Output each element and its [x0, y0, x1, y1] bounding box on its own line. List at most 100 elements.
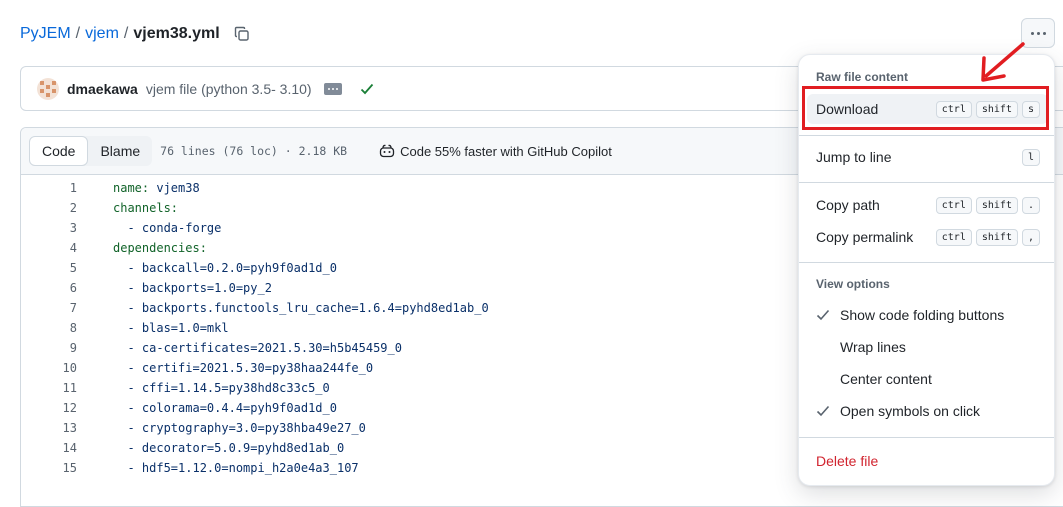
commit-author[interactable]: dmaekawa	[67, 81, 138, 97]
breadcrumb-separator: /	[75, 25, 81, 42]
tab-blame[interactable]: Blame	[88, 136, 152, 166]
line-number[interactable]: 11	[20, 381, 77, 395]
code-line: 14 - decorator=5.0.9=pyhd8ed1ab_0	[20, 441, 780, 461]
copilot-promo[interactable]: Code 55% faster with GitHub Copilot	[379, 144, 612, 159]
yaml-value: vjem38	[149, 181, 200, 195]
line-number[interactable]: 4	[20, 241, 77, 255]
code-line: 9 - ca-certificates=2021.5.30=h5b45459_0	[20, 341, 780, 361]
code-line: 13 - cryptography=3.0=py38hba49e27_0	[20, 421, 780, 441]
code-line-text: - hdf5=1.12.0=nompi_h2a0e4a3_107	[113, 461, 359, 475]
code-line-text: name: vjem38	[113, 181, 200, 195]
line-number[interactable]: 6	[20, 281, 77, 295]
breadcrumb-folder-link[interactable]: vjem	[85, 25, 119, 43]
shortcut-key: shift	[975, 196, 1018, 214]
breadcrumb: PyJEM / vjem / vjem38.yml	[20, 22, 252, 46]
jump-to-line-menu-item[interactable]: Jump to line l	[807, 142, 1048, 172]
code-line: 8 - blas=1.0=mkl	[20, 321, 780, 341]
code-line: 12 - colorama=0.4.4=pyh9f0ad1d_0	[20, 401, 780, 421]
yaml-value: - backports.functools_lru_cache=1.6.4=py…	[113, 301, 489, 315]
code-line-text: - certifi=2021.5.30=py38haa244fe_0	[113, 361, 373, 375]
yaml-value: - cffi=1.14.5=py38hd8c33c5_0	[113, 381, 330, 395]
shortcut-key: ctrl	[935, 228, 972, 246]
open-symbols-label: Open symbols on click	[840, 403, 981, 419]
breadcrumb-repo-link[interactable]: PyJEM	[20, 25, 71, 43]
wrap-lines-label: Wrap lines	[840, 339, 906, 355]
code-line-text: - conda-forge	[113, 221, 221, 235]
line-number[interactable]: 14	[20, 441, 77, 455]
kebab-dot	[1030, 31, 1034, 35]
code-line: 6 - backports=1.0=py_2	[20, 281, 780, 301]
code-line-text: - colorama=0.4.4=pyh9f0ad1d_0	[113, 401, 337, 415]
wrap-lines-menu-item[interactable]: Wrap lines	[807, 332, 1048, 362]
line-number[interactable]: 8	[20, 321, 77, 335]
line-number[interactable]: 1	[20, 181, 77, 195]
breadcrumb-file-name: vjem38.yml	[133, 25, 220, 42]
code-line: 3 - conda-forge	[20, 221, 780, 241]
center-content-menu-item[interactable]: Center content	[807, 364, 1048, 394]
breadcrumb-separator: /	[123, 25, 129, 42]
yaml-value: - cryptography=3.0=py38hba49e27_0	[113, 421, 366, 435]
copy-permalink-label: Copy permalink	[816, 229, 914, 245]
show-code-folding-label: Show code folding buttons	[840, 307, 1005, 323]
copy-path-menu-item[interactable]: Copy path ctrl shift .	[807, 190, 1048, 220]
code-line-text: - cryptography=3.0=py38hba49e27_0	[113, 421, 366, 435]
copilot-promo-text: Code 55% faster with GitHub Copilot	[400, 143, 612, 159]
code-line: 1 name: vjem38	[20, 181, 780, 201]
show-code-folding-menu-item[interactable]: Show code folding buttons	[807, 300, 1048, 330]
line-number[interactable]: 3	[20, 221, 77, 235]
tab-code[interactable]: Code	[29, 136, 89, 166]
shortcut-key: shift	[975, 228, 1018, 246]
open-symbols-menu-item[interactable]: Open symbols on click	[807, 396, 1048, 426]
code-line-text: channels:	[113, 201, 178, 215]
yaml-key: name:	[113, 181, 150, 195]
yaml-value: - ca-certificates=2021.5.30=h5b45459_0	[113, 341, 402, 355]
copy-permalink-menu-item[interactable]: Copy permalink ctrl shift ,	[807, 222, 1048, 252]
commit-message[interactable]: vjem file (python 3.5- 3.10)	[146, 81, 312, 97]
code-line: 2 channels:	[20, 201, 780, 221]
code-line-text: dependencies:	[113, 241, 207, 255]
copy-path-label: Copy path	[816, 197, 880, 213]
yaml-value: - colorama=0.4.4=pyh9f0ad1d_0	[113, 401, 337, 415]
yaml-value: - conda-forge	[113, 221, 222, 235]
kebab-dot	[1036, 31, 1040, 35]
line-number[interactable]: 5	[20, 261, 77, 275]
jump-to-line-label: Jump to line	[816, 149, 892, 165]
code-line-text: - blas=1.0=mkl	[113, 321, 228, 335]
shortcut-key: .	[1021, 196, 1040, 214]
line-number[interactable]: 2	[20, 201, 77, 215]
view-options-heading: View options	[816, 277, 890, 291]
line-number[interactable]: 12	[20, 401, 77, 415]
code-line: 7 - backports.functools_lru_cache=1.6.4=…	[20, 301, 780, 321]
line-number[interactable]: 13	[20, 421, 77, 435]
view-mode-toggle: Code Blame	[29, 136, 153, 166]
line-number[interactable]: 9	[20, 341, 77, 355]
delete-file-menu-item[interactable]: Delete file	[807, 446, 1048, 476]
line-number[interactable]: 7	[20, 301, 77, 315]
copilot-icon	[379, 144, 395, 158]
yaml-value: - certifi=2021.5.30=py38haa244fe_0	[113, 361, 374, 375]
check-icon	[360, 83, 374, 95]
copy-icon[interactable]	[232, 24, 252, 44]
line-number[interactable]: 15	[20, 461, 77, 475]
code-line: 4 dependencies:	[20, 241, 780, 261]
check-icon	[816, 308, 830, 324]
expand-commit-button[interactable]	[323, 82, 342, 95]
code-line-text: - decorator=5.0.9=pyhd8ed1ab_0	[113, 441, 344, 455]
code-line: 5 - backcall=0.2.0=pyh9f0ad1d_0	[20, 261, 780, 281]
yaml-value: - hdf5=1.12.0=nompi_h2a0e4a3_107	[113, 461, 359, 475]
shortcut-key: l	[1021, 148, 1040, 166]
menu-divider	[799, 182, 1054, 183]
code-line-text: - cffi=1.14.5=py38hd8c33c5_0	[113, 381, 330, 395]
yaml-value: - backports=1.0=py_2	[113, 281, 272, 295]
line-number[interactable]: 10	[20, 361, 77, 375]
avatar[interactable]	[37, 77, 59, 100]
center-content-label: Center content	[840, 371, 932, 387]
raw-file-content-heading: Raw file content	[816, 70, 909, 84]
code-line-text: - backports.functools_lru_cache=1.6.4=py…	[113, 301, 489, 315]
delete-file-label: Delete file	[816, 453, 879, 469]
annotation-arrow-icon	[981, 42, 1025, 82]
menu-divider	[799, 135, 1054, 136]
code-line-text: - backports=1.0=py_2	[113, 281, 272, 295]
kebab-dot	[1042, 31, 1046, 35]
annotation-highlight-box	[802, 86, 1049, 130]
